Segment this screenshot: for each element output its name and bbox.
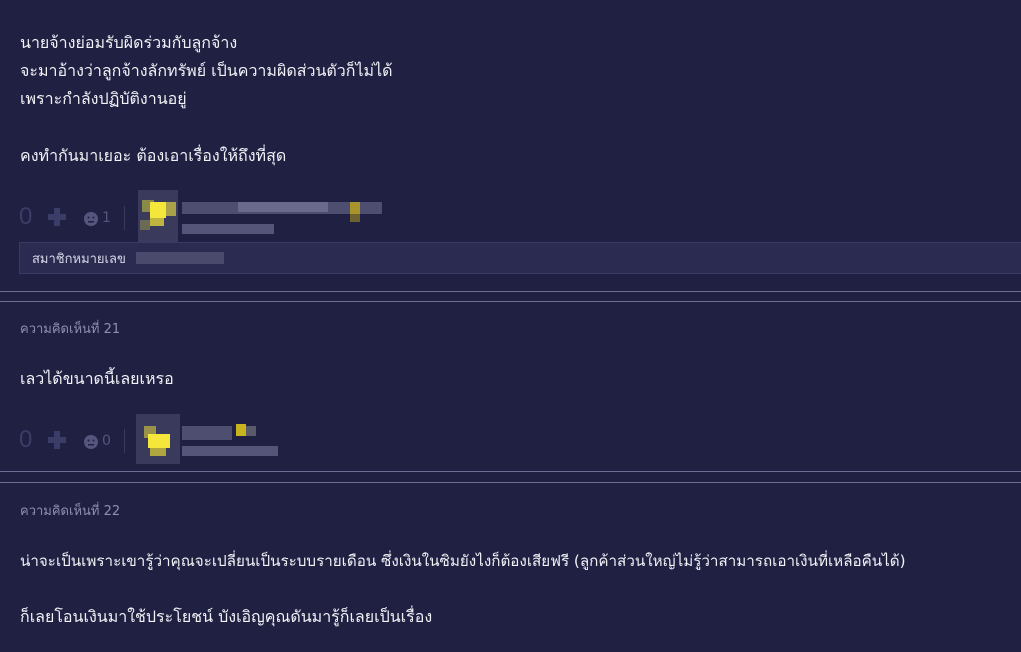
member-label: สมาชิกหมายเลข [32,251,126,267]
emotion-count: 1 [102,210,111,226]
divider [124,429,125,453]
comment-body-line-2: ก็เลยโอนเงินมาใช้ประโยชน์ บังเอิญคุณดันม… [20,607,433,626]
emotion-count: 0 [102,433,111,449]
emotion-icon[interactable] [83,434,99,454]
plus-icon[interactable] [47,430,67,454]
member-id-blurred [135,252,224,264]
comment-number[interactable]: ความคิดเห็นที่ 22 [20,500,120,521]
comment-20-line-4: คงทำกันมาเยอะ ต้องเอาเรื่องให้ถึงที่สุด [20,146,287,165]
comment-separator [0,301,1021,302]
plus-icon[interactable] [47,207,67,231]
comment-20-line-3: เพราะกำลังปฏิบัติงานอยู่ [20,89,187,108]
comment-body: เลวได้ขนาดนี้เลยเหรอ [20,369,174,388]
comment-20-line-2: จะมาอ้างว่าลูกจ้างลักทรัพย์ เป็นความผิดส… [20,61,393,80]
comment-body-line-1: น่าจะเป็นเพราะเขารู้ว่าคุณจะเปลี่ยนเป็นร… [20,552,906,570]
comment-20-line-1: นายจ้างย่อมรับผิดร่วมกับลูกจ้าง [20,33,238,52]
comment-number[interactable]: ความคิดเห็นที่ 21 [20,318,120,339]
comment-separator [0,482,1021,483]
vote-count: 0 [19,426,33,453]
member-bar: สมาชิกหมายเลข [19,242,1021,274]
avatar-pixelated [138,190,398,244]
emotion-icon[interactable] [83,211,99,231]
vote-count: 0 [19,203,33,230]
comment-separator [0,291,1021,292]
comment-separator [0,471,1021,472]
avatar-pixelated [136,414,286,464]
divider [124,206,125,230]
